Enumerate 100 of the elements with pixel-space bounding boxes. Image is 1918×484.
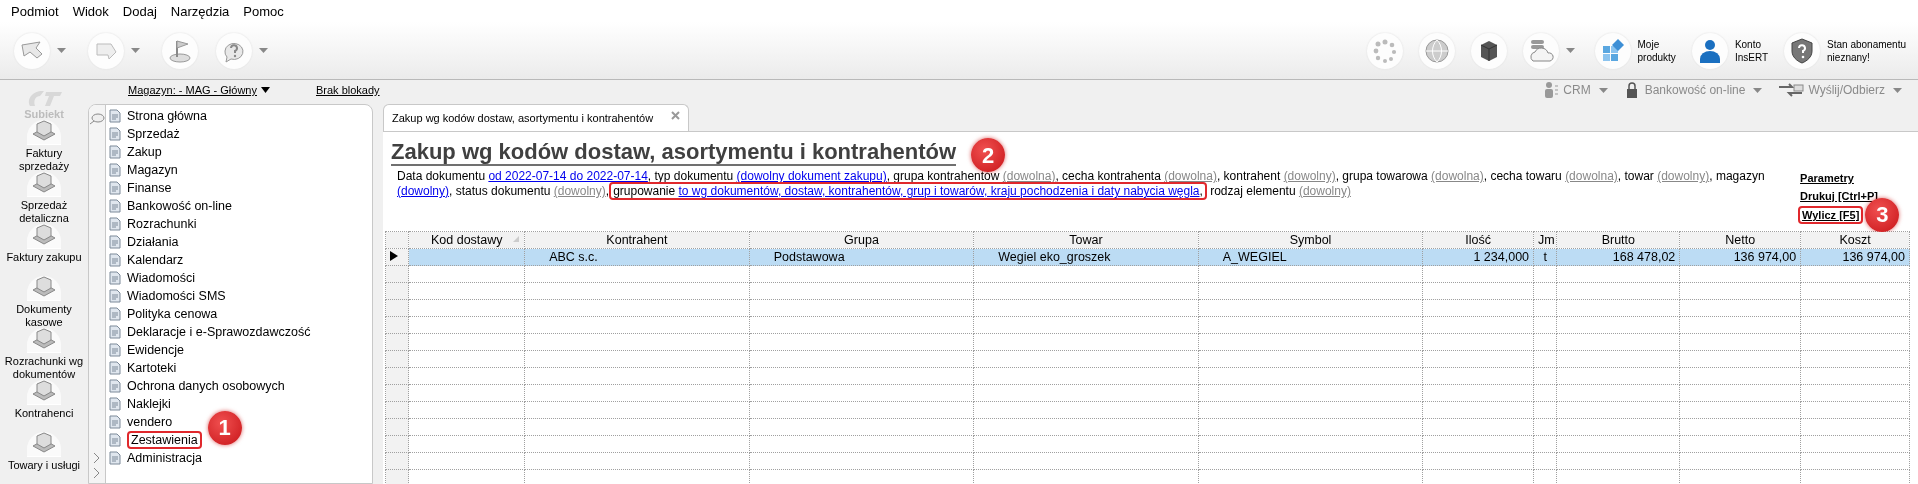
table-cell: 136 974,00	[1800, 248, 1910, 266]
column-header[interactable]: Kod dostawy	[408, 231, 525, 249]
close-icon[interactable]	[671, 110, 681, 120]
annotation-number: 1	[207, 411, 242, 445]
document-icon	[107, 234, 123, 250]
nav-button[interactable]: Dokumenty kasowe	[0, 276, 88, 328]
column-header[interactable]: Towar	[973, 231, 1199, 249]
document-icon	[107, 324, 123, 340]
column-header[interactable]: Grupa	[749, 231, 974, 249]
nav-button[interactable]: Faktury zakupu	[0, 224, 88, 276]
document-icon	[107, 144, 123, 160]
pin-icon[interactable]	[89, 113, 105, 125]
document-icon	[107, 162, 123, 178]
column-header[interactable]: Kontrahent	[524, 231, 750, 249]
warehouse-link[interactable]: Magazyn: - MAG - Główny	[128, 84, 270, 96]
column-header[interactable]: Brutto	[1556, 231, 1680, 249]
document-icon	[107, 216, 123, 232]
document-icon	[107, 396, 123, 412]
caret-icon	[1598, 87, 1608, 93]
caret-icon	[131, 48, 140, 53]
annotation-number: 2	[971, 138, 1006, 172]
tree-item[interactable]: Kartoteki	[127, 361, 177, 375]
toolbar-label[interactable]: Stan abonamentu nieznany!	[1827, 37, 1906, 64]
filter-link[interactable]: (dowolna)	[1164, 169, 1217, 183]
filter-link[interactable]: (dowolny dokument zakupu)	[736, 169, 887, 183]
tree-item[interactable]: Ochrona danych osobowych	[127, 379, 285, 393]
tree-item[interactable]: Polityka cenowa	[127, 307, 218, 321]
tree-item[interactable]: Naklejki	[127, 397, 171, 411]
person-icon	[1542, 81, 1560, 99]
chevron-icon[interactable]	[93, 467, 101, 479]
caret-icon	[259, 48, 268, 53]
column-header[interactable]: Symbol	[1198, 231, 1423, 249]
tree-item[interactable]: Administracja	[127, 451, 203, 465]
tree-item[interactable]: Kalendarz	[127, 253, 184, 267]
table-cell: 136 974,00	[1679, 248, 1801, 266]
filter-link[interactable]: od 2022-07-14 do 2022-07-14	[488, 169, 648, 183]
nav-button[interactable]: Faktury sprzedaży	[0, 120, 88, 172]
tree-item[interactable]: Wiadomości SMS	[127, 289, 226, 303]
tree-item[interactable]: Magazyn	[127, 163, 178, 177]
menu-item[interactable]: Pomoc	[236, 3, 291, 19]
tree-item[interactable]: Ewidencje	[127, 343, 184, 357]
document-icon	[107, 306, 123, 322]
document-icon	[107, 414, 123, 430]
document-icon	[107, 378, 123, 394]
document-icon	[107, 180, 123, 196]
document-icon	[107, 432, 123, 448]
column-header[interactable]: Koszt	[1800, 231, 1910, 249]
table-cell: 1 234,000	[1422, 248, 1534, 266]
document-icon	[107, 108, 123, 124]
action-link[interactable]: Parametry	[1800, 172, 1854, 184]
arrows-icon	[1778, 81, 1805, 99]
column-header[interactable]: Jm	[1533, 231, 1557, 249]
menu-item[interactable]: Dodaj	[115, 3, 164, 19]
nav-button[interactable]: Kontrahenci	[0, 380, 88, 432]
table-cell: 168 478,02	[1556, 248, 1680, 266]
caret-icon	[1753, 87, 1763, 93]
caret-icon	[261, 87, 270, 93]
caret-icon	[1565, 48, 1575, 53]
filter-link[interactable]: (dowolna)	[1565, 169, 1618, 183]
tree-item[interactable]: Zakup	[127, 145, 162, 159]
tree-item[interactable]: Deklaracje i e-Sprawozdawczość	[127, 325, 311, 339]
document-icon	[107, 270, 123, 286]
filter-link[interactable]: (dowolny)	[1298, 184, 1351, 198]
table-cell: ABC s.c.	[524, 248, 750, 266]
filter-link[interactable]: (dowolny)	[1283, 169, 1336, 183]
document-icon	[107, 360, 123, 376]
nav-button[interactable]: Towary i usługi	[0, 432, 88, 484]
tree-item[interactable]: vendero	[127, 415, 173, 429]
toolbar-label[interactable]: Moje produkty	[1637, 37, 1676, 64]
tree-item[interactable]: Sprzedaż	[127, 127, 180, 141]
menu-item[interactable]: Narzędzia	[163, 3, 237, 19]
chevron-icon[interactable]	[93, 452, 101, 464]
tree-item[interactable]: Bankowość on-line	[127, 199, 232, 213]
document-icon	[107, 252, 123, 268]
column-header[interactable]: Ilość	[1422, 231, 1534, 249]
nav-button[interactable]: Rozrachunki wg dokumentów	[0, 328, 88, 380]
column-header[interactable]: Netto	[1679, 231, 1801, 249]
tree-item[interactable]: Działania	[127, 235, 179, 249]
tree-item[interactable]: Finanse	[127, 181, 172, 195]
toolbar-label[interactable]: Konto InsERT	[1734, 37, 1769, 64]
lock-link[interactable]: Brak blokady	[316, 84, 380, 96]
document-icon	[107, 198, 123, 214]
report-title: Zakup wg kodów dostaw, asortymentu i kontrahentów	[391, 140, 957, 166]
filter-link[interactable]: (dowolny)	[553, 184, 606, 198]
filter-link[interactable]: (dowolna)	[1431, 169, 1484, 183]
document-icon	[107, 288, 123, 304]
caret-icon	[1893, 87, 1902, 93]
nav-button[interactable]: Sprzedaż detaliczna	[0, 172, 88, 224]
document-icon	[107, 342, 123, 358]
tree-item[interactable]: Rozrachunki	[127, 217, 197, 231]
tree-item[interactable]: Wiadomości	[127, 271, 196, 285]
tree-item[interactable]: Zestawienia	[131, 433, 198, 447]
document-tab[interactable]: Zakup wg kodów dostaw, asortymentu i kontrahentów	[383, 104, 690, 131]
document-icon	[107, 450, 123, 466]
filter-link[interactable]: to wg dokumentów, dostaw, kontrahentów, grup i towarów, kraju pochodzenia i daty nabycia węgla	[678, 184, 1200, 198]
table-cell: Wegiel eko_groszek	[973, 248, 1199, 266]
tree-item[interactable]: Strona główna	[127, 109, 207, 123]
table-cell: t	[1533, 248, 1557, 266]
menu-item[interactable]: Widok	[65, 3, 116, 19]
menu-item[interactable]: Podmiot	[4, 3, 66, 19]
